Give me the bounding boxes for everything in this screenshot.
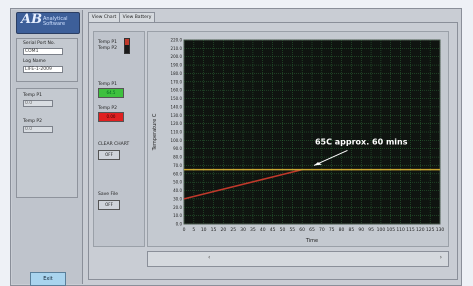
x-tick-label: 100 (377, 227, 386, 233)
save-file-button[interactable]: OFF (98, 200, 120, 210)
x-tick-label: 80 (339, 227, 345, 233)
temp-p1-led: 64.5 (98, 88, 124, 98)
legend-swatch (124, 38, 130, 54)
chart-annotation: 65C approx. 60 mins (315, 138, 408, 147)
temp-p2-value: 0.0 (23, 126, 53, 133)
legend-temp-p2-label: Temp P2 (98, 46, 117, 51)
x-tick-label: 85 (349, 227, 355, 233)
logo-text: AB (21, 12, 43, 27)
x-tick-label: 110 (396, 227, 405, 233)
x-tick-label: 65 (309, 227, 315, 233)
readings-box: Temp P1 0.0 Temp P2 0.0 (16, 88, 78, 198)
y-tick-label: 160.0 (171, 88, 183, 93)
y-tick-label: 40.0 (173, 188, 182, 193)
y-tick-label: 70.0 (173, 163, 182, 168)
x-tick-label: 90 (358, 227, 364, 233)
save-file-label: Save File (98, 192, 119, 197)
x-tick-label: 20 (221, 227, 227, 233)
x-tick-label: 25 (230, 227, 236, 233)
y-tick-label: 150.0 (171, 96, 183, 101)
y-tick-label: 60.0 (173, 171, 182, 176)
exit-button[interactable]: Exit (30, 272, 66, 286)
y-tick-label: 10.0 (173, 213, 182, 218)
y-tick-label: 190.0 (171, 63, 183, 68)
y-tick-label: 110.0 (171, 130, 183, 135)
y-tick-label: 120.0 (171, 121, 183, 126)
y-tick-label: 100.0 (171, 138, 183, 143)
x-tick-label: 5 (192, 227, 195, 233)
legend-swatch-red (125, 39, 129, 45)
y-tick-label: 180.0 (171, 71, 183, 76)
x-tick-label: 75 (329, 227, 335, 233)
scroll-left-icon[interactable]: ‹ (208, 254, 210, 261)
y-tick-label: 200.0 (171, 54, 183, 59)
y-tick-label: 140.0 (171, 104, 183, 109)
x-tick-label: 95 (368, 227, 374, 233)
x-tick-label: 115 (406, 227, 415, 233)
clear-chart-button[interactable]: OFF (98, 150, 120, 160)
y-tick-label: 210.0 (171, 46, 183, 51)
y-tick-label: 170.0 (171, 79, 183, 84)
x-tick-label: 130 (436, 227, 445, 233)
temp-p2-label: Temp P2 (23, 119, 42, 124)
temp-p2-led: 0.00 (98, 112, 124, 122)
x-tick-label: 30 (240, 227, 246, 233)
x-tick-label: 60 (299, 227, 305, 233)
settings-box: Serial Port No. COM1 Log Name LIFE-1-200… (16, 38, 78, 82)
serial-port-label: Serial Port No. (23, 41, 55, 46)
y-axis-label: Temperature C (152, 113, 158, 151)
y-tick-label: 30.0 (173, 196, 182, 201)
chart-panel: Temp P1 Temp P2 Temp P1 64.5 Temp P2 0.0… (88, 22, 458, 280)
temperature-chart: 0 5 10 15 20 25 30 35 40 45 50 55 60 65 70 75 80 85 90 95 10… (152, 38, 445, 245)
x-tick-label: 0 (183, 227, 186, 233)
chart-container: 0 5 10 15 20 25 30 35 40 45 50 55 60 65 70 75 80 85 90 95 10… (147, 31, 449, 247)
left-sidebar: AB Analytical Software Serial Port No. C… (12, 10, 83, 286)
y-tick-label: 220.0 (171, 38, 183, 43)
x-tick-label: 40 (260, 227, 266, 233)
x-tick-label: 125 (426, 227, 435, 233)
y-tick-label: 90.0 (173, 146, 182, 151)
y-tick-label: 50.0 (173, 180, 182, 185)
led-temp-p2-label: Temp P2 (98, 106, 117, 111)
y-tick-label: 80.0 (173, 155, 182, 160)
x-tick-label: 120 (416, 227, 425, 233)
x-tick-label: 55 (289, 227, 295, 233)
y-tick-label: 130.0 (171, 113, 183, 118)
chart-controls: Temp P1 Temp P2 Temp P1 64.5 Temp P2 0.0… (93, 31, 145, 247)
clear-chart-label: CLEAR CHART (98, 142, 130, 147)
x-tick-label: 50 (280, 227, 286, 233)
horizontal-scrollbar[interactable]: ‹ › (147, 251, 449, 267)
x-tick-label: 105 (386, 227, 395, 233)
temp-p1-label: Temp P1 (23, 93, 42, 98)
logo: AB Analytical Software (16, 12, 80, 34)
serial-port-select[interactable]: COM1 (23, 48, 63, 55)
x-tick-label: 35 (250, 227, 256, 233)
y-tick-label: 20.0 (173, 205, 182, 210)
y-tick-label: 0.0 (176, 222, 183, 227)
x-tick-label: 70 (319, 227, 325, 233)
x-axis-label: Time (305, 238, 318, 244)
log-name-input[interactable]: LIFE-1-2009 (23, 66, 63, 73)
led-temp-p1-label: Temp P1 (98, 82, 117, 87)
x-tick-label: 45 (270, 227, 276, 233)
scroll-right-icon[interactable]: › (440, 254, 442, 261)
temp-p1-value: 0.0 (23, 100, 53, 107)
x-tick-label: 15 (211, 227, 217, 233)
logo-subtitle: Analytical Software (43, 16, 68, 27)
x-tick-label: 10 (201, 227, 207, 233)
legend-temp-p1-label: Temp P1 (98, 40, 117, 45)
log-name-label: Log Name (23, 59, 46, 64)
